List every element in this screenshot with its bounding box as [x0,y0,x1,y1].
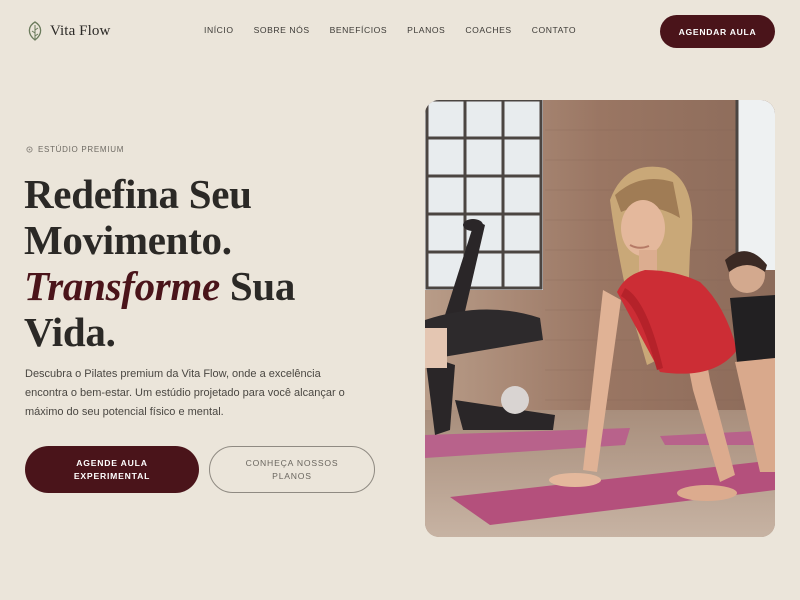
hero-image [425,100,775,537]
headline-line-3: Transforme Sua [24,263,404,309]
nav-link-coaches[interactable]: COACHES [465,25,511,35]
nav-link-planos[interactable]: PLANOS [407,25,445,35]
nav-link-contato[interactable]: CONTATO [532,25,576,35]
headline-line-3-rest: Sua [219,263,296,309]
headline-line-2: Movimento. [24,217,232,263]
hero-headline: Redefina Seu Movimento. Transforme Sua V… [24,171,404,355]
nav-link-inicio[interactable]: INÍCIO [204,25,234,35]
hero-description: Descubra o Pilates premium da Vita Flow,… [25,368,345,418]
headline-line-1: Redefina Seu [24,171,252,217]
headline-emphasis: Transforme [24,263,220,309]
view-plans-button[interactable]: CONHEÇA NOSSOS PLANOS [209,446,375,493]
trial-class-button[interactable]: AGENDE AULA EXPERIMENTAL [25,446,199,493]
hero-eyebrow: ESTÚDIO PREMIUM [26,145,124,154]
brand-name: Vita Flow [50,22,111,39]
headline-line-4: Vida. [24,309,116,355]
nav-link-beneficios[interactable]: BENEFÍCIOS [330,25,388,35]
schedule-class-button[interactable]: AGENDAR AULA [660,15,775,48]
main-nav: INÍCIO SOBRE NÓS BENEFÍCIOS PLANOS COACH… [204,25,576,35]
circle-icon [26,146,33,153]
eyebrow-text: ESTÚDIO PREMIUM [38,145,125,154]
nav-link-sobre-nos[interactable]: SOBRE NÓS [254,25,310,35]
brand-logo[interactable]: Vita Flow [26,21,110,41]
leaf-icon [28,21,42,41]
pilates-class-photo [425,100,775,537]
